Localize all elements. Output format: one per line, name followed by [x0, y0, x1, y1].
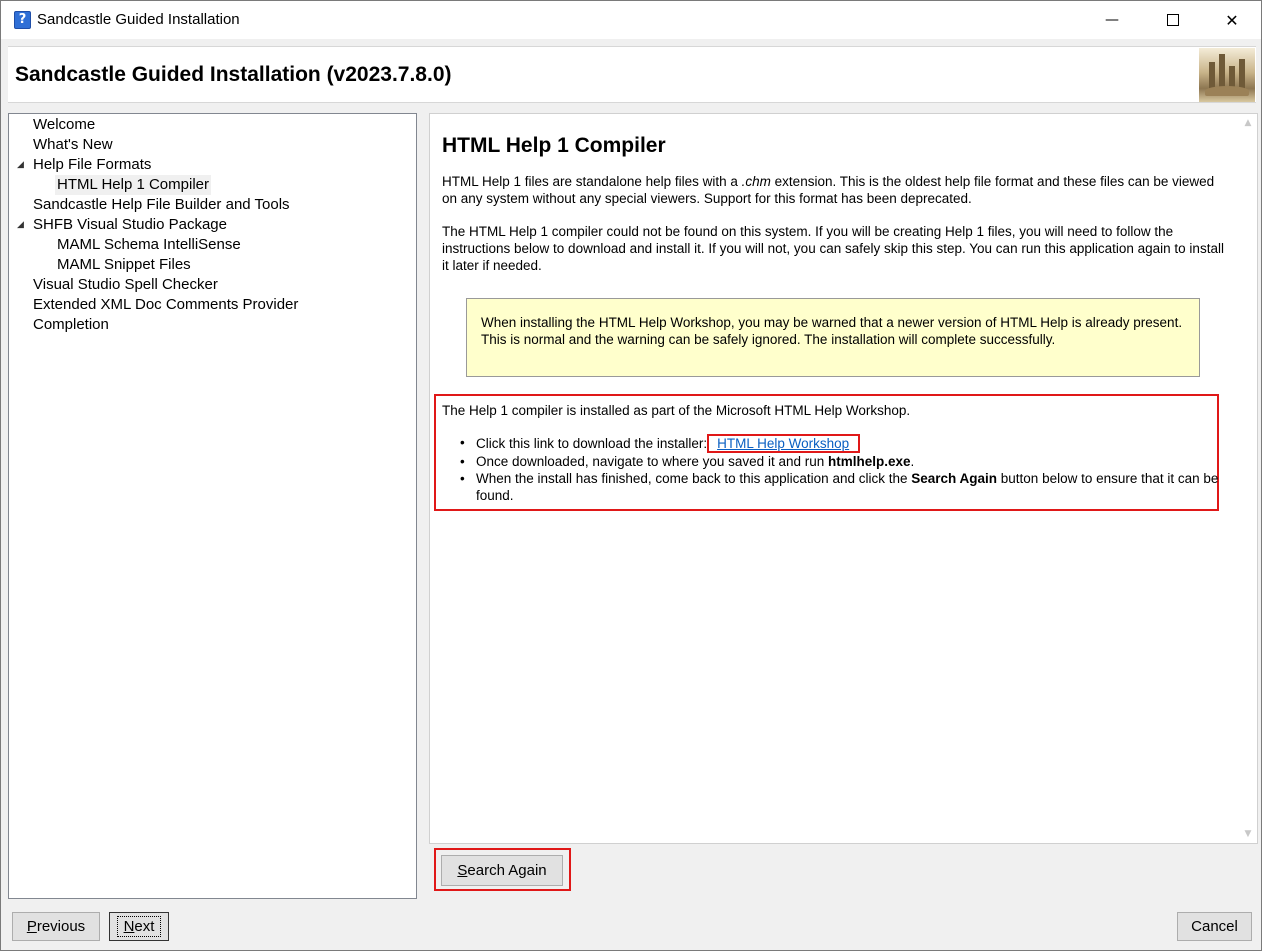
not-found-paragraph: The HTML Help 1 compiler could not be fo…: [442, 224, 1224, 273]
close-icon: ✕: [1225, 10, 1239, 30]
tree-item-help-file-formats[interactable]: Help File Formats: [33, 155, 151, 175]
sandcastle-logo-icon: [1199, 48, 1255, 102]
close-button[interactable]: ✕: [1209, 1, 1255, 39]
collapse-triangle-icon[interactable]: ◢: [17, 215, 24, 235]
header-banner: Sandcastle Guided Installation (v2023.7.…: [8, 46, 1256, 103]
warning-note-box: When installing the HTML Help Workshop, …: [466, 298, 1200, 377]
intro-paragraph: HTML Help 1 files are standalone help fi…: [442, 174, 1215, 206]
window-title: Sandcastle Guided Installation: [37, 11, 240, 28]
content-pane: HTML Help 1 Compiler HTML Help 1 files a…: [429, 113, 1258, 844]
tree-item-maml-schema-intellisense[interactable]: MAML Schema IntelliSense: [57, 235, 241, 255]
help-question-icon: ?: [14, 11, 31, 29]
html-help-workshop-link[interactable]: HTML Help Workshop: [717, 436, 849, 451]
page-title: Sandcastle Guided Installation (v2023.7.…: [15, 63, 452, 86]
collapse-triangle-icon[interactable]: ◢: [17, 155, 24, 175]
tree-item-shfb-visual-studio-package[interactable]: SHFB Visual Studio Package: [33, 215, 227, 235]
tree-item-completion[interactable]: Completion: [33, 315, 109, 335]
list-item: When the install has finished, come back…: [460, 470, 1220, 504]
tree-item-sandcastle-help-file-builder[interactable]: Sandcastle Help File Builder and Tools: [33, 195, 290, 215]
installer-window: ? Sandcastle Guided Installation — ✕ San…: [0, 0, 1262, 951]
tree-item-welcome[interactable]: Welcome: [33, 115, 95, 135]
installed-as-paragraph: The Help 1 compiler is installed as part…: [442, 403, 911, 418]
tree-item-whats-new[interactable]: What's New: [33, 135, 113, 155]
tree-item-extended-xml-doc-comments[interactable]: Extended XML Doc Comments Provider: [33, 295, 298, 315]
tree-item-html-help-1-compiler[interactable]: HTML Help 1 Compiler: [55, 175, 211, 195]
maximize-button[interactable]: [1150, 1, 1196, 39]
list-item: Once downloaded, navigate to where you s…: [460, 453, 1220, 470]
cancel-button[interactable]: Cancel: [1177, 912, 1252, 941]
next-button[interactable]: Next: [109, 912, 169, 941]
vertical-scrollbar[interactable]: ▲ ▼: [1239, 114, 1257, 843]
maximize-icon: [1167, 14, 1179, 26]
minimize-icon: —: [1105, 12, 1119, 28]
navigation-tree: Welcome What's New ◢ Help File Formats H…: [8, 113, 417, 899]
tree-item-visual-studio-spell-checker[interactable]: Visual Studio Spell Checker: [33, 275, 218, 295]
tree-item-maml-snippet-files[interactable]: MAML Snippet Files: [57, 255, 191, 275]
search-again-button[interactable]: Search Again: [441, 855, 563, 886]
title-bar: ? Sandcastle Guided Installation — ✕: [1, 1, 1261, 39]
link-highlight: HTML Help Workshop: [707, 434, 861, 453]
list-item: Click this link to download the installe…: [460, 434, 1220, 453]
instructions-list: Click this link to download the installe…: [460, 434, 1220, 504]
previous-button[interactable]: Previous: [12, 912, 100, 941]
scroll-down-icon[interactable]: ▼: [1243, 829, 1253, 839]
scroll-up-icon[interactable]: ▲: [1243, 118, 1253, 128]
focus-rectangle: Next: [116, 916, 162, 937]
content-title: HTML Help 1 Compiler: [442, 134, 666, 157]
minimize-button[interactable]: —: [1089, 1, 1135, 39]
